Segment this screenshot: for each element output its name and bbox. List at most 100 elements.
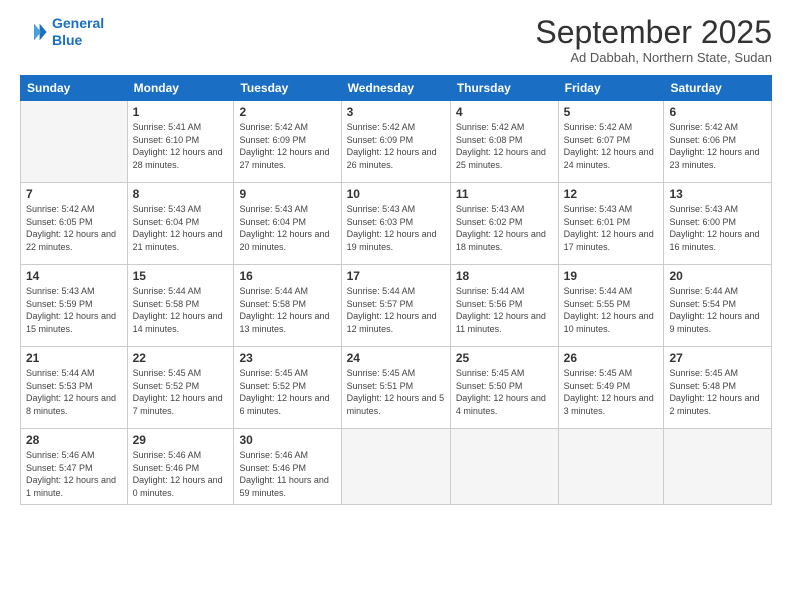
month-title: September 2025 <box>535 15 772 50</box>
calendar-cell: 16 Sunrise: 5:44 AMSunset: 5:58 PMDayligh… <box>234 265 341 347</box>
day-number: 19 <box>564 269 659 283</box>
calendar-cell <box>341 429 450 504</box>
calendar-cell: 1 Sunrise: 5:41 AMSunset: 6:10 PMDaylight… <box>127 101 234 183</box>
calendar-cell: 13 Sunrise: 5:43 AMSunset: 6:00 PMDayligh… <box>664 183 772 265</box>
day-number: 22 <box>133 351 229 365</box>
day-number: 8 <box>133 187 229 201</box>
day-info: Sunrise: 5:46 AMSunset: 5:46 PMDaylight:… <box>133 449 229 499</box>
day-info: Sunrise: 5:43 AMSunset: 6:01 PMDaylight:… <box>564 203 659 253</box>
title-block: September 2025 Ad Dabbah, Northern State… <box>535 15 772 65</box>
calendar-cell: 29 Sunrise: 5:46 AMSunset: 5:46 PMDayligh… <box>127 429 234 504</box>
calendar-cell: 3Sunrise: 5:42 AMSunset: 6:09 PMDaylight… <box>341 101 450 183</box>
day-info: Sunrise: 5:45 AMSunset: 5:49 PMDaylight:… <box>564 367 659 417</box>
day-info: Sunrise: 5:46 AMSunset: 5:47 PMDaylight:… <box>26 449 122 499</box>
calendar-table: SundayMondayTuesdayWednesdayThursdayFrid… <box>20 75 772 504</box>
day-info: Sunrise: 5:45 AMSunset: 5:52 PMDaylight:… <box>239 367 335 417</box>
calendar-cell: 8 Sunrise: 5:43 AMSunset: 6:04 PMDaylight… <box>127 183 234 265</box>
day-info: Sunrise: 5:45 AMSunset: 5:48 PMDaylight:… <box>669 367 766 417</box>
day-info: Sunrise: 5:42 AMSunset: 6:08 PMDaylight:… <box>456 121 553 171</box>
day-info: Sunrise: 5:43 AMSunset: 6:04 PMDaylight:… <box>239 203 335 253</box>
calendar-cell: 24 Sunrise: 5:45 AMSunset: 5:51 PMDayligh… <box>341 347 450 429</box>
week-row: 14 Sunrise: 5:43 AMSunset: 5:59 PMDayligh… <box>21 265 772 347</box>
day-number: 29 <box>133 433 229 447</box>
day-info: Sunrise: 5:42 AMSunset: 6:09 PMDaylight:… <box>239 121 335 171</box>
day-number: 12 <box>564 187 659 201</box>
day-number: 16 <box>239 269 335 283</box>
day-info: Sunrise: 5:42 AMSunset: 6:07 PMDaylight:… <box>564 121 659 171</box>
day-number: 24 <box>347 351 445 365</box>
day-info: Sunrise: 5:43 AMSunset: 6:04 PMDaylight:… <box>133 203 229 253</box>
weekday-header-row: SundayMondayTuesdayWednesdayThursdayFrid… <box>21 76 772 101</box>
day-info: Sunrise: 5:44 AMSunset: 5:58 PMDaylight:… <box>239 285 335 335</box>
day-info: Sunrise: 5:41 AMSunset: 6:10 PMDaylight:… <box>133 121 229 171</box>
calendar-cell: 30 Sunrise: 5:46 AMSunset: 5:46 PMDayligh… <box>234 429 341 504</box>
calendar-cell: 14 Sunrise: 5:43 AMSunset: 5:59 PMDayligh… <box>21 265 128 347</box>
logo: General Blue <box>20 15 104 49</box>
day-info: Sunrise: 5:44 AMSunset: 5:54 PMDaylight:… <box>669 285 766 335</box>
calendar-cell: 17 Sunrise: 5:44 AMSunset: 5:57 PMDayligh… <box>341 265 450 347</box>
day-info: Sunrise: 5:43 AMSunset: 5:59 PMDaylight:… <box>26 285 122 335</box>
subtitle: Ad Dabbah, Northern State, Sudan <box>535 50 772 65</box>
logo-icon <box>20 18 48 46</box>
day-info: Sunrise: 5:43 AMSunset: 6:03 PMDaylight:… <box>347 203 445 253</box>
day-number: 23 <box>239 351 335 365</box>
day-number: 18 <box>456 269 553 283</box>
calendar-cell: 4Sunrise: 5:42 AMSunset: 6:08 PMDaylight… <box>450 101 558 183</box>
day-number: 30 <box>239 433 335 447</box>
calendar-cell: 22Sunrise: 5:45 AMSunset: 5:52 PMDayligh… <box>127 347 234 429</box>
day-info: Sunrise: 5:44 AMSunset: 5:57 PMDaylight:… <box>347 285 445 335</box>
calendar-cell <box>664 429 772 504</box>
day-number: 2 <box>239 105 335 119</box>
day-number: 15 <box>133 269 229 283</box>
calendar-cell: 12 Sunrise: 5:43 AMSunset: 6:01 PMDayligh… <box>558 183 664 265</box>
day-number: 10 <box>347 187 445 201</box>
day-info: Sunrise: 5:45 AMSunset: 5:50 PMDaylight:… <box>456 367 553 417</box>
day-info: Sunrise: 5:45 AMSunset: 5:51 PMDaylight:… <box>347 367 445 417</box>
calendar-cell: 5 Sunrise: 5:42 AMSunset: 6:07 PMDaylight… <box>558 101 664 183</box>
page: General Blue September 2025 Ad Dabbah, N… <box>0 0 792 612</box>
calendar-cell: 7 Sunrise: 5:42 AMSunset: 6:05 PMDaylight… <box>21 183 128 265</box>
day-info: Sunrise: 5:43 AMSunset: 6:00 PMDaylight:… <box>669 203 766 253</box>
logo-text: General Blue <box>52 15 104 49</box>
day-number: 1 <box>133 105 229 119</box>
header: General Blue September 2025 Ad Dabbah, N… <box>20 15 772 65</box>
calendar-cell <box>450 429 558 504</box>
day-info: Sunrise: 5:46 AMSunset: 5:46 PMDaylight:… <box>239 449 335 499</box>
weekday-header: Thursday <box>450 76 558 101</box>
day-info: Sunrise: 5:44 AMSunset: 5:53 PMDaylight:… <box>26 367 122 417</box>
day-number: 9 <box>239 187 335 201</box>
calendar-cell <box>21 101 128 183</box>
weekday-header: Tuesday <box>234 76 341 101</box>
calendar-cell: 19 Sunrise: 5:44 AMSunset: 5:55 PMDayligh… <box>558 265 664 347</box>
day-number: 28 <box>26 433 122 447</box>
day-number: 13 <box>669 187 766 201</box>
day-number: 14 <box>26 269 122 283</box>
weekday-header: Saturday <box>664 76 772 101</box>
week-row: 28 Sunrise: 5:46 AMSunset: 5:47 PMDayligh… <box>21 429 772 504</box>
calendar-cell: 11 Sunrise: 5:43 AMSunset: 6:02 PMDayligh… <box>450 183 558 265</box>
day-info: Sunrise: 5:42 AMSunset: 6:05 PMDaylight:… <box>26 203 122 253</box>
day-info: Sunrise: 5:43 AMSunset: 6:02 PMDaylight:… <box>456 203 553 253</box>
calendar-cell: 21 Sunrise: 5:44 AMSunset: 5:53 PMDayligh… <box>21 347 128 429</box>
day-number: 26 <box>564 351 659 365</box>
calendar-cell: 20Sunrise: 5:44 AMSunset: 5:54 PMDayligh… <box>664 265 772 347</box>
day-number: 7 <box>26 187 122 201</box>
calendar-cell: 10 Sunrise: 5:43 AMSunset: 6:03 PMDayligh… <box>341 183 450 265</box>
day-number: 21 <box>26 351 122 365</box>
weekday-header: Friday <box>558 76 664 101</box>
calendar-cell: 25Sunrise: 5:45 AMSunset: 5:50 PMDayligh… <box>450 347 558 429</box>
week-row: 1 Sunrise: 5:41 AMSunset: 6:10 PMDaylight… <box>21 101 772 183</box>
day-info: Sunrise: 5:44 AMSunset: 5:55 PMDaylight:… <box>564 285 659 335</box>
calendar-cell: 15Sunrise: 5:44 AMSunset: 5:58 PMDayligh… <box>127 265 234 347</box>
day-number: 6 <box>669 105 766 119</box>
calendar-cell: 23 Sunrise: 5:45 AMSunset: 5:52 PMDayligh… <box>234 347 341 429</box>
day-number: 11 <box>456 187 553 201</box>
calendar-cell: 9 Sunrise: 5:43 AMSunset: 6:04 PMDaylight… <box>234 183 341 265</box>
day-number: 5 <box>564 105 659 119</box>
calendar-cell: 18 Sunrise: 5:44 AMSunset: 5:56 PMDayligh… <box>450 265 558 347</box>
weekday-header: Sunday <box>21 76 128 101</box>
week-row: 21 Sunrise: 5:44 AMSunset: 5:53 PMDayligh… <box>21 347 772 429</box>
weekday-header: Wednesday <box>341 76 450 101</box>
day-info: Sunrise: 5:44 AMSunset: 5:56 PMDaylight:… <box>456 285 553 335</box>
day-number: 17 <box>347 269 445 283</box>
